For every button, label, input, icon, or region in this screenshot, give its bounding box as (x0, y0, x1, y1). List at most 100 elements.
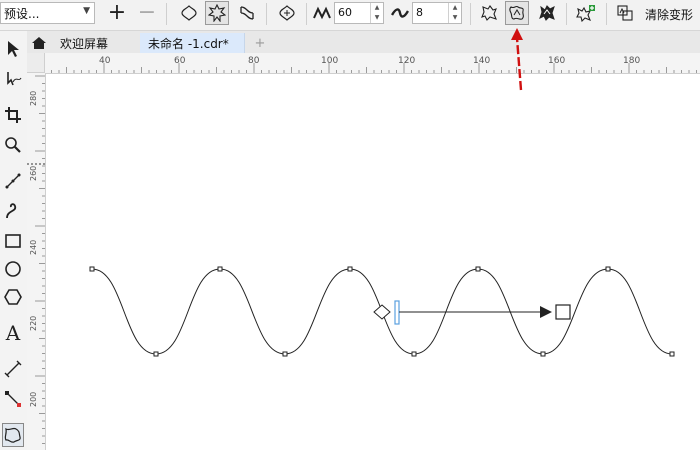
freehand-tool[interactable] (2, 169, 24, 193)
shape-edit-icon (7, 72, 22, 86)
new-tab-button[interactable]: + (252, 33, 268, 53)
smooth-distortion-icon (509, 5, 524, 20)
distortion-start-handle[interactable] (373, 304, 391, 320)
tab-document[interactable]: 未命名 -1.cdr* (140, 33, 245, 53)
tab-welcome[interactable]: 欢迎屏幕 (52, 33, 140, 53)
local-distortion-icon (539, 5, 555, 21)
separator (566, 3, 567, 25)
ruler-label: 180 (623, 56, 641, 66)
center-distortion-icon (279, 5, 295, 21)
rectangle-tool[interactable] (2, 229, 24, 253)
separator (470, 3, 471, 25)
frequency-field[interactable]: 8 ▲ ▼ (412, 2, 462, 24)
amplitude-stepper[interactable]: ▲ ▼ (370, 3, 383, 23)
home-tab[interactable] (28, 33, 50, 53)
dimension-line-icon (4, 360, 22, 378)
pick-tool[interactable] (2, 37, 24, 61)
add-preset-button[interactable]: + (106, 1, 128, 25)
crop-tool[interactable] (2, 103, 24, 127)
polygon-tool[interactable] (2, 285, 24, 309)
ruler-label: 260 (29, 165, 38, 181)
copy-distortion-icon (576, 5, 595, 22)
home-icon (32, 37, 46, 49)
tab-document-label: 未命名 -1.cdr* (148, 36, 229, 51)
distort-tool[interactable] (2, 423, 24, 447)
dimension-tool[interactable] (2, 357, 24, 381)
zoom-tool[interactable] (2, 133, 24, 157)
ruler-label: 200 (29, 391, 38, 407)
convert-to-curves-button[interactable] (614, 1, 636, 25)
pointer-icon (8, 41, 19, 57)
distortion-end-handle[interactable] (555, 304, 571, 320)
plus-icon: + (107, 0, 127, 25)
copy-distortion-button[interactable] (574, 1, 598, 25)
brush-curve-icon (6, 203, 17, 219)
ruler-label: 100 (321, 56, 339, 66)
ruler-label: 120 (398, 56, 416, 66)
separator (166, 3, 167, 25)
convert-curves-icon (617, 5, 633, 21)
random-distortion-button[interactable] (478, 1, 500, 25)
push-pull-icon (181, 5, 197, 21)
crop-icon (5, 107, 21, 123)
minus-icon: − (137, 0, 157, 25)
smooth-distortion-button[interactable] (505, 1, 529, 25)
ellipse-icon (5, 261, 21, 277)
frequency-icon-wrap (390, 1, 410, 25)
separator (606, 3, 607, 25)
preset-dropdown-value: 预设... (4, 7, 40, 21)
toolbox: A (0, 31, 28, 450)
connector-icon (5, 391, 21, 407)
random-distortion-icon (481, 5, 497, 21)
ruler-label: 220 (29, 315, 38, 331)
separator (306, 3, 307, 25)
hexagon-icon (4, 289, 22, 305)
zipper-distortion-button[interactable] (205, 1, 229, 25)
ruler-label: 60 (174, 56, 186, 66)
freehand-icon (5, 173, 21, 189)
ellipse-tool[interactable] (2, 257, 24, 281)
chevron-down-icon: ▼ (83, 6, 90, 16)
frequency-stepper[interactable]: ▲ ▼ (448, 3, 461, 23)
ruler-label: 40 (99, 56, 111, 66)
ruler-label: 80 (248, 56, 260, 66)
annotation-arrow (511, 28, 523, 91)
remove-preset-button[interactable]: − (136, 1, 158, 25)
distortion-slider-handle[interactable] (394, 300, 400, 325)
rectangle-icon (5, 234, 21, 248)
amplitude-icon (313, 6, 331, 20)
frequency-value: 8 (416, 6, 423, 19)
center-distortion-button[interactable] (276, 1, 298, 25)
zipper-icon (208, 4, 226, 22)
ruler-label: 140 (473, 56, 491, 66)
connector-tool[interactable] (2, 387, 24, 411)
amplitude-icon-wrap (312, 1, 332, 25)
frequency-icon (391, 8, 409, 18)
artistic-media-tool[interactable] (2, 199, 24, 223)
push-pull-distortion-button[interactable] (178, 1, 200, 25)
horizontal-ruler-ticks (28, 63, 697, 73)
text-a-icon: A (5, 321, 21, 345)
amplitude-value: 60 (338, 6, 352, 19)
distort-icon (4, 427, 21, 443)
magnifier-icon (5, 137, 21, 153)
twister-icon (240, 6, 254, 20)
twister-distortion-button[interactable] (236, 1, 258, 25)
ruler-label: 160 (548, 56, 566, 66)
plus-icon: + (254, 35, 266, 51)
ruler-origin[interactable] (27, 53, 45, 73)
text-tool[interactable]: A (2, 321, 24, 345)
shape-tool[interactable] (2, 67, 24, 91)
local-distortion-button[interactable] (536, 1, 558, 25)
ruler-label: 280 (29, 90, 38, 106)
horizontal-ruler[interactable] (27, 53, 700, 74)
amplitude-field[interactable]: 60 ▲ ▼ (334, 2, 384, 24)
property-bar: 预设... ▼ + − 60 ▲ ▼ 8 ▲ ▼ 清除变形 (0, 0, 700, 31)
clear-distortion-button[interactable]: 清除变形 (645, 6, 693, 23)
separator (266, 3, 267, 25)
drawing-canvas[interactable] (46, 74, 700, 450)
preset-dropdown[interactable]: 预设... ▼ (0, 2, 95, 24)
ruler-label: 240 (29, 239, 38, 255)
distortion-arrowhead (540, 306, 552, 318)
tab-welcome-label: 欢迎屏幕 (60, 36, 109, 51)
